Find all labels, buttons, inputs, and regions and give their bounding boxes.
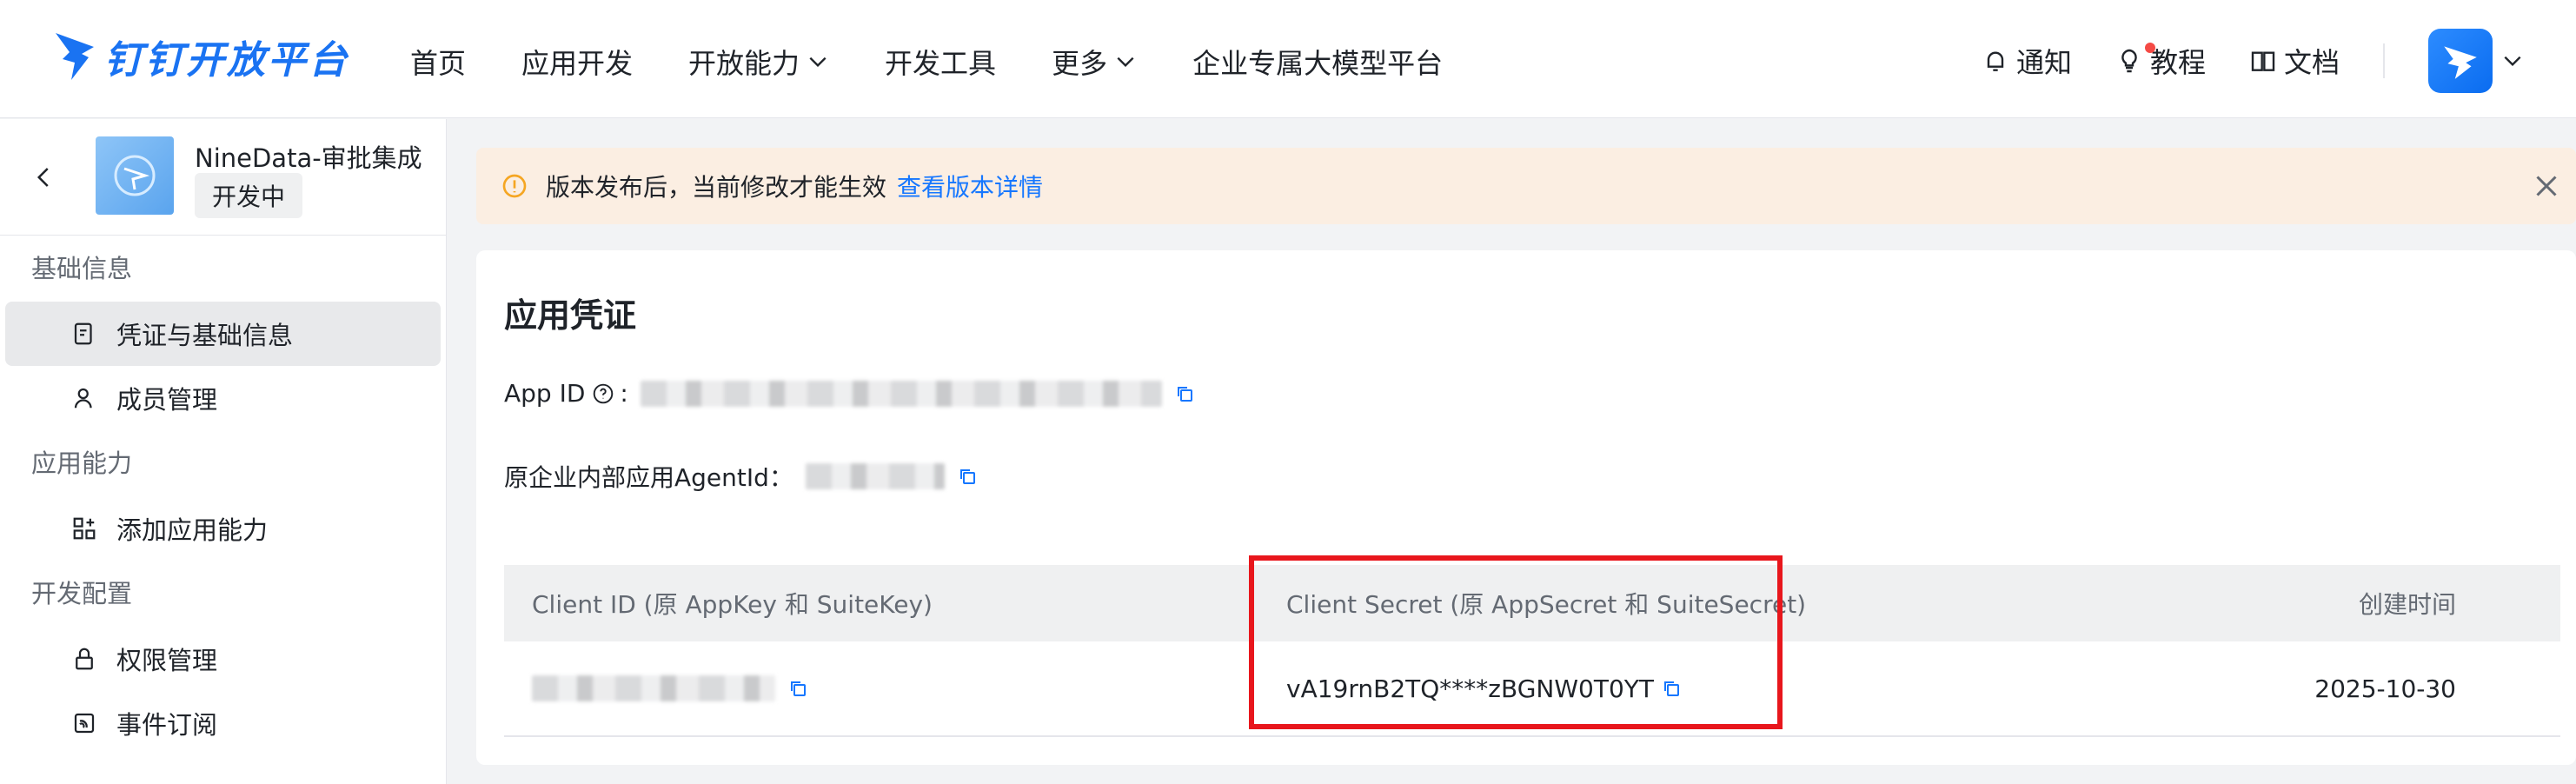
app-id-field: App ID : (504, 379, 1195, 408)
sidebar-item-permissions[interactable]: 权限管理 (5, 627, 441, 691)
sidebar-item-label: 权限管理 (116, 646, 218, 675)
copy-icon[interactable] (957, 466, 978, 487)
notify-button[interactable]: 通知 (1982, 41, 2072, 81)
copy-icon[interactable] (1174, 383, 1195, 404)
app-id-label: App ID (504, 379, 586, 408)
nav-item-dev-tools[interactable]: 开发工具 (885, 42, 996, 82)
masked-client-id (532, 675, 775, 701)
credentials-card: 应用凭证 App ID : 原企业内部应用AgentId： Client ID … (476, 250, 2576, 765)
nav-label: 应用开发 (521, 47, 634, 80)
agent-id-label: 原企业内部应用AgentId： (504, 463, 793, 492)
dingtalk-logo-icon (56, 33, 94, 80)
app-name: NineData-审批集成 (195, 143, 422, 173)
group-title-dev-config: 开发配置 (31, 579, 133, 608)
table-row: vA19rnB2TQ****zBGNW0T0YT 2025-10-30 (504, 641, 2560, 737)
avatar (2428, 29, 2493, 93)
agent-id-field: 原企业内部应用AgentId： (504, 459, 978, 494)
lightbulb-icon (2121, 49, 2137, 73)
sidebar-item-members[interactable]: 成员管理 (5, 366, 441, 430)
table-header: Client ID (原 AppKey 和 SuiteKey) Client S… (504, 565, 2560, 641)
group-title-capabilities: 应用能力 (31, 448, 133, 478)
sidebar-item-label: 事件订阅 (116, 710, 218, 740)
lock-icon (76, 648, 93, 670)
info-icon (502, 174, 527, 198)
tutorial-button[interactable]: 教程 (2115, 41, 2206, 81)
member-icon (74, 388, 92, 409)
unread-dot (2144, 43, 2155, 53)
sidebar-item-label: 成员管理 (116, 385, 218, 415)
nav-label: 首页 (410, 47, 467, 80)
version-notice: 版本发布后，当前修改才能生效 查看版本详情 (476, 148, 2576, 224)
add-capability-icon (73, 517, 96, 540)
sidebar-item-label: 凭证与基础信息 (116, 321, 294, 350)
chevron-down-icon (1117, 56, 1134, 68)
dingtalk-avatar-icon (2444, 46, 2477, 79)
chevron-down-icon (2504, 56, 2521, 67)
credential-icon (74, 322, 92, 345)
account-menu[interactable] (2428, 29, 2524, 93)
client-credentials-table: Client ID (原 AppKey 和 SuiteKey) Client S… (504, 565, 2560, 737)
client-secret-value: vA19rnB2TQ****zBGNW0T0YT (1286, 674, 1654, 703)
colon: : (620, 379, 628, 408)
masked-app-id (640, 380, 1162, 407)
nav-item-enterprise-llm[interactable]: 企业专属大模型平台 (1192, 42, 1443, 82)
divider (2383, 43, 2385, 78)
masked-agent-id (805, 463, 945, 489)
app-header: NineData-审批集成 开发中 (0, 119, 446, 236)
nav-label: 更多 (1052, 47, 1108, 80)
created-date: 2025-10-30 (2314, 674, 2456, 703)
sidebar-item-credentials[interactable]: 凭证与基础信息 (5, 302, 441, 366)
header-tools: 通知 教程 文档 (1982, 28, 2524, 94)
nav-item-more[interactable]: 更多 (1052, 42, 1137, 82)
nav-item-open-capabilities[interactable]: 开放能力 (688, 42, 829, 82)
group-title-basic: 基础信息 (31, 254, 133, 283)
docs-button[interactable]: 文档 (2249, 41, 2340, 81)
brand-logo[interactable]: 钉钉开放平台 (54, 26, 349, 87)
app-logo-icon (114, 155, 156, 196)
app-thumbnail (96, 136, 174, 215)
nav-item-home[interactable]: 首页 (410, 42, 466, 82)
sidebar-item-events[interactable]: 事件订阅 (5, 691, 441, 755)
sidebar: NineData-审批集成 开发中 基础信息 凭证与基础信息 成员管理 应用能力… (0, 119, 447, 784)
nav-label: 开发工具 (885, 47, 997, 80)
header-client-secret: Client Secret (原 AppSecret 和 SuiteSecret… (1286, 590, 1807, 619)
chevron-down-icon (809, 56, 827, 68)
copy-icon[interactable] (787, 678, 808, 699)
event-icon (74, 713, 95, 734)
client-secret-cell: vA19rnB2TQ****zBGNW0T0YT (1286, 674, 1682, 703)
header-client-id: Client ID (原 AppKey 和 SuiteKey) (532, 590, 933, 619)
nav-item-app-dev[interactable]: 应用开发 (521, 42, 633, 82)
view-version-link[interactable]: 查看版本详情 (897, 169, 1043, 203)
main-nav: 首页 应用开发 开放能力 开发工具 更多 企业专属大模型平台 (410, 42, 1498, 82)
bell-icon (1987, 51, 2004, 71)
copy-icon[interactable] (1661, 678, 1682, 699)
top-navbar: 钉钉开放平台 首页 应用开发 开放能力 开发工具 更多 企业专属大模型平台 通知… (0, 0, 2576, 118)
back-arrow-icon[interactable] (31, 164, 57, 190)
notify-label: 通知 (2015, 46, 2072, 79)
help-circle-icon[interactable] (592, 382, 614, 405)
book-icon (2251, 51, 2275, 71)
sidebar-item-add-capability[interactable]: 添加应用能力 (5, 496, 441, 561)
sidebar-item-label: 添加应用能力 (116, 515, 269, 545)
card-title: 应用凭证 (504, 296, 637, 335)
tutorial-label: 教程 (2149, 46, 2206, 79)
notice-text: 版本发布后，当前修改才能生效 (546, 173, 887, 202)
close-icon[interactable] (2531, 170, 2562, 202)
nav-label: 开放能力 (688, 47, 800, 80)
client-id-cell (532, 675, 808, 701)
brand-name: 钉钉开放平台 (104, 38, 349, 83)
status-badge: 开发中 (195, 173, 303, 218)
header-created: 创建时间 (2358, 590, 2456, 619)
docs-label: 文档 (2283, 46, 2340, 79)
nav-label: 企业专属大模型平台 (1192, 47, 1444, 80)
